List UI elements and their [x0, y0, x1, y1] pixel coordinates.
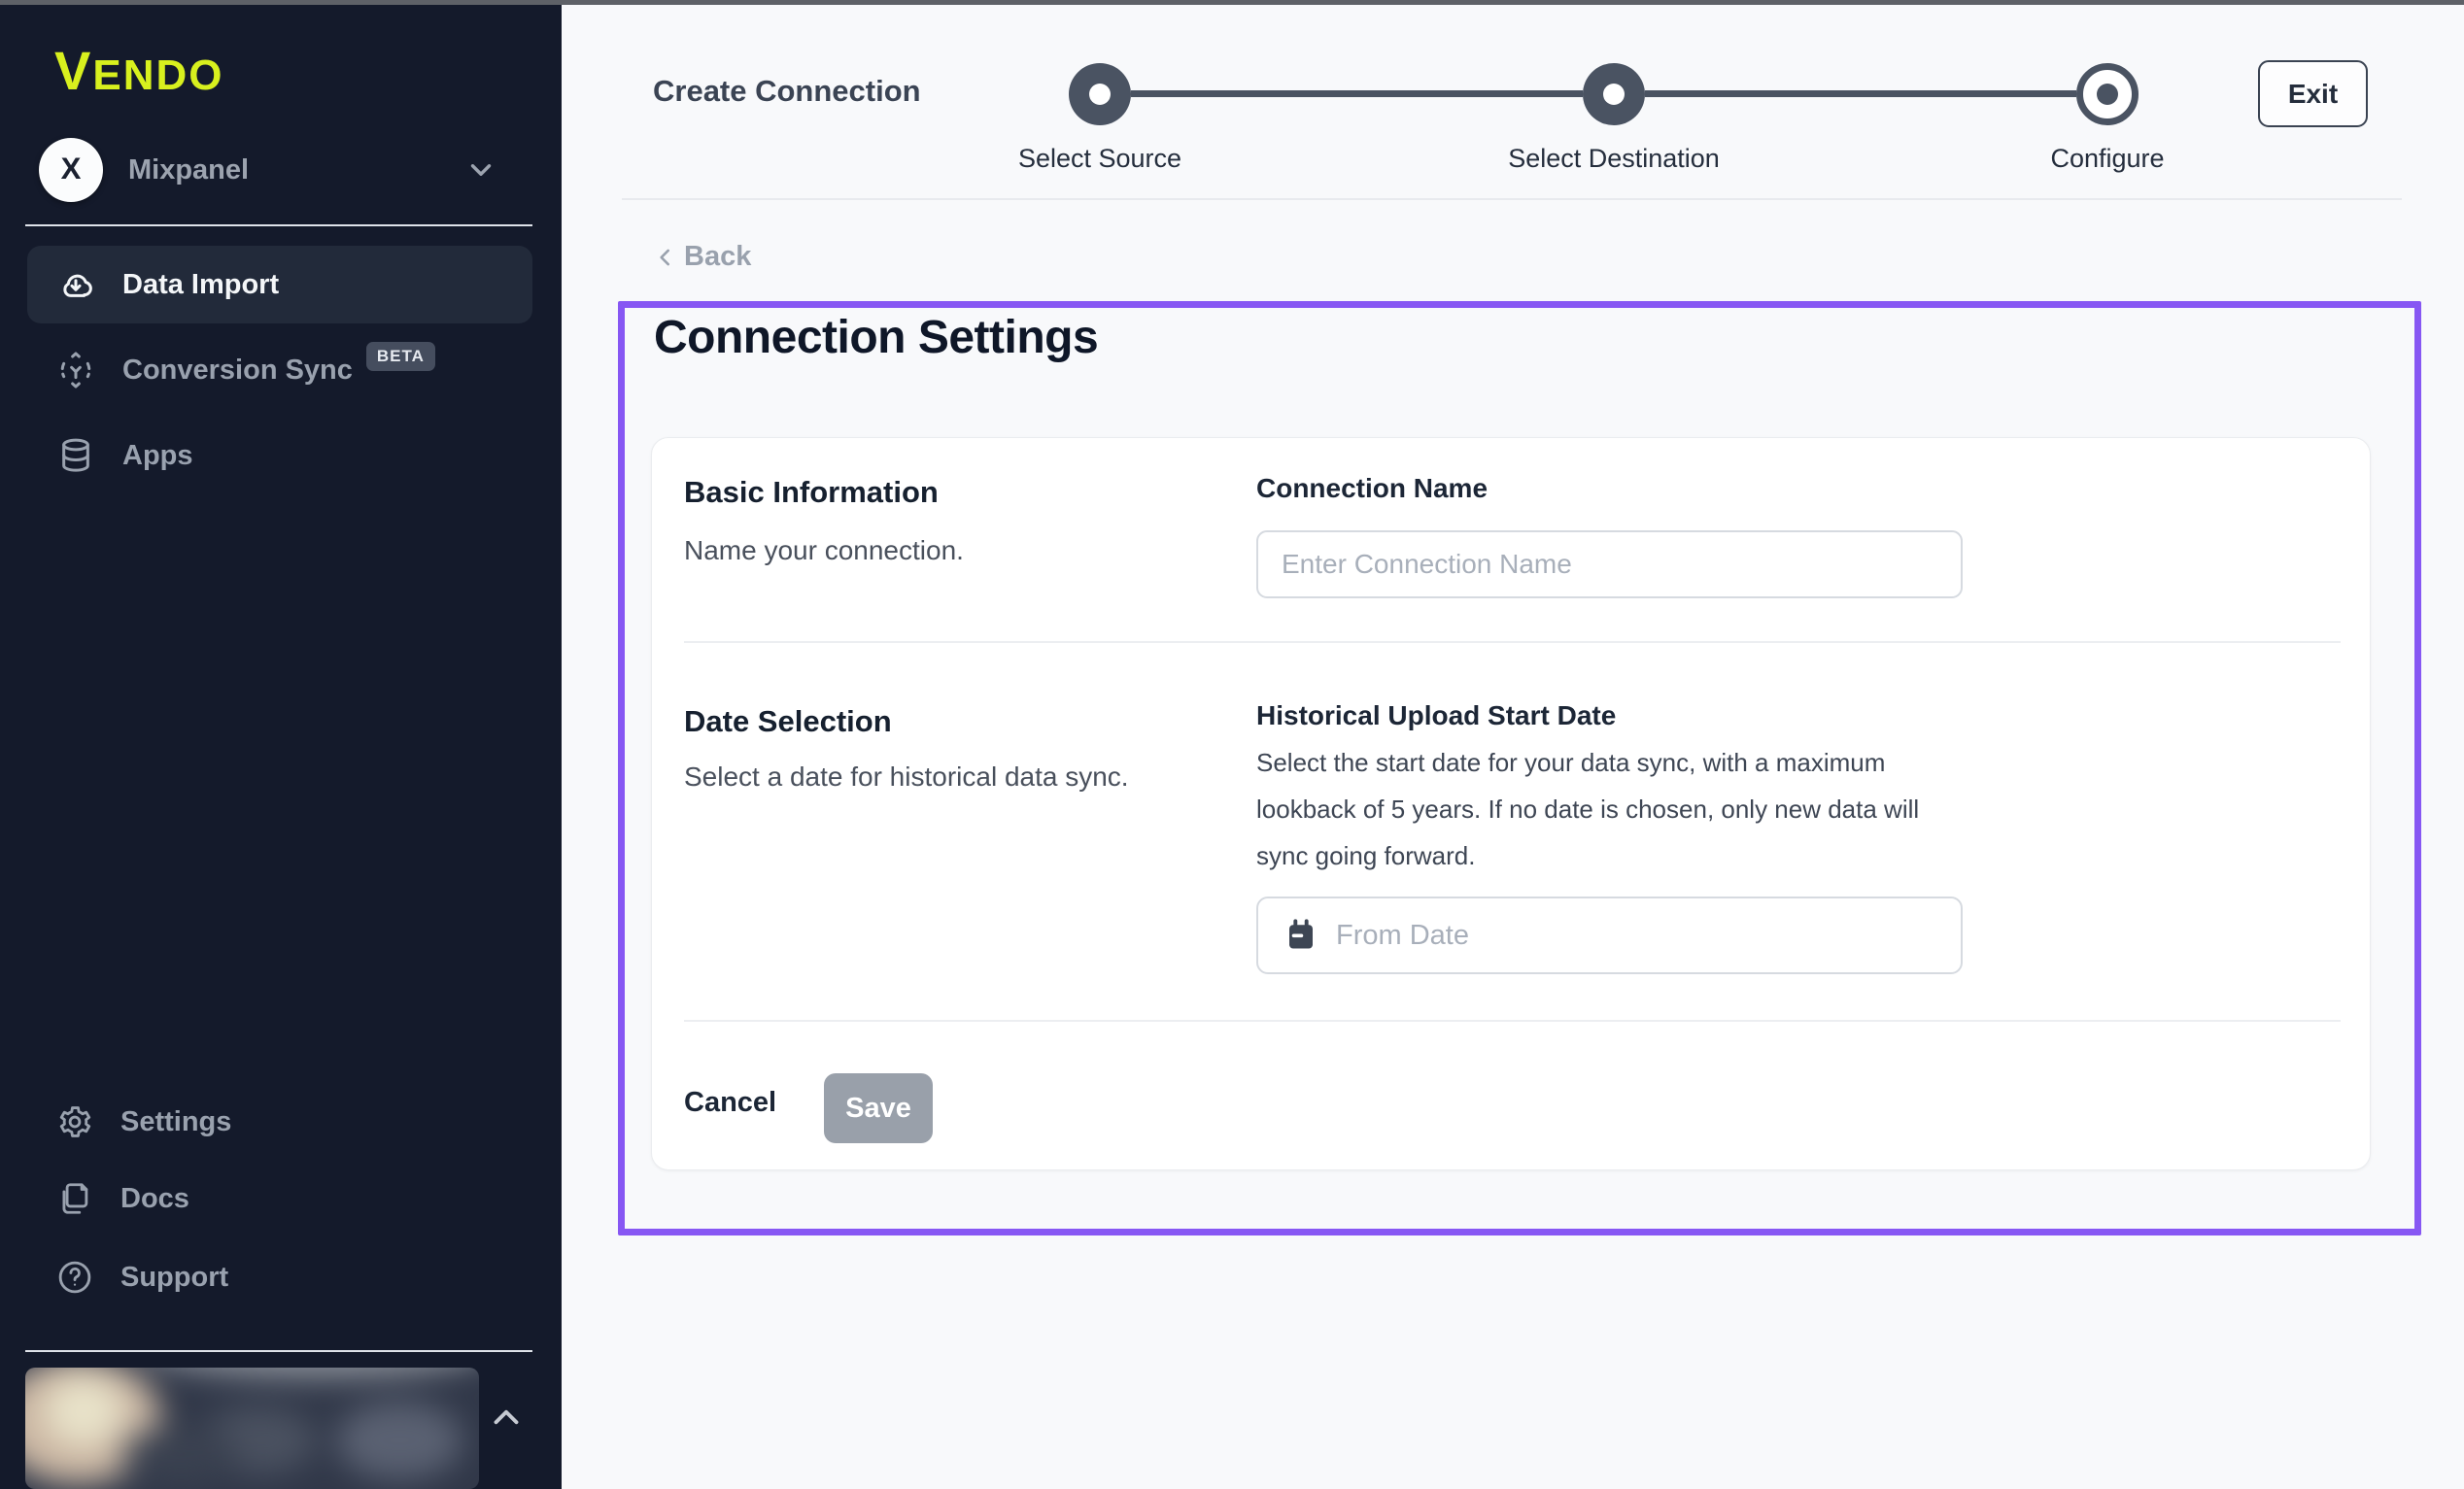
mixpanel-logo-icon: X [39, 138, 103, 202]
step-label-configure: Configure [1903, 144, 2311, 174]
workspace-switcher[interactable]: X Mixpanel [27, 133, 532, 207]
chevron-down-icon [464, 153, 497, 186]
user-account-card[interactable] [25, 1368, 479, 1489]
sidebar-divider-bottom [25, 1350, 532, 1352]
svg-text:X: X [61, 152, 82, 186]
chevron-left-icon [653, 245, 678, 270]
cloud-download-icon [56, 265, 95, 304]
date-selection-description: Select a date for historical data sync. [684, 761, 1129, 793]
gear-icon [56, 1103, 93, 1140]
conversion-sync-icon [56, 351, 95, 389]
sidebar: VENDO X Mixpanel Data Import [0, 0, 562, 1489]
page-title: Connection Settings [654, 311, 1098, 364]
sidebar-item-label: Settings [120, 1106, 231, 1138]
sidebar-item-apps[interactable]: Apps [27, 417, 532, 494]
calendar-icon [1283, 918, 1318, 953]
connection-name-input[interactable] [1256, 530, 1963, 598]
connection-name-label: Connection Name [1256, 473, 1488, 504]
step-select-source-dot[interactable] [1069, 63, 1131, 125]
footer-divider [684, 1020, 2341, 1022]
back-label: Back [684, 241, 751, 273]
basic-information-description: Name your connection. [684, 535, 964, 566]
sidebar-item-data-import[interactable]: Data Import [27, 246, 532, 323]
exit-button[interactable]: Exit [2258, 60, 2368, 127]
step-label-select-source: Select Source [896, 144, 1304, 174]
save-button[interactable]: Save [824, 1073, 933, 1143]
page-header-title: Create Connection [653, 74, 921, 109]
sidebar-item-label: Apps [122, 440, 193, 472]
cancel-button[interactable]: Cancel [684, 1087, 776, 1119]
stepper-line-1 [1131, 90, 1583, 97]
document-icon [56, 1180, 93, 1217]
stepper-line-2 [1645, 90, 2076, 97]
chevron-up-icon[interactable] [486, 1397, 527, 1438]
sidebar-item-conversion-sync[interactable]: Conversion Sync BETA [27, 331, 532, 409]
workspace-name: Mixpanel [128, 154, 249, 186]
sidebar-divider-top [25, 224, 532, 226]
sidebar-item-settings[interactable]: Settings [27, 1083, 532, 1161]
sidebar-item-docs[interactable]: Docs [27, 1160, 532, 1237]
window-top-edge [0, 0, 2464, 5]
sidebar-item-label: Conversion Sync [122, 355, 353, 387]
date-selection-title: Date Selection [684, 704, 892, 739]
header-divider [622, 198, 2402, 200]
step-configure-dot[interactable] [2076, 63, 2139, 125]
sidebar-item-label: Support [120, 1262, 228, 1294]
step-label-select-destination: Select Destination [1410, 144, 1818, 174]
connection-settings-card: Basic Information Name your connection. … [651, 437, 2371, 1170]
historical-upload-start-date-label: Historical Upload Start Date [1256, 700, 1616, 731]
beta-badge: BETA [366, 342, 435, 371]
blurred-user-info [25, 1368, 479, 1489]
vendo-logo: VENDO [54, 39, 223, 102]
sidebar-item-support[interactable]: Support [27, 1238, 532, 1316]
from-date-input[interactable] [1334, 919, 1961, 953]
back-link[interactable]: Back [653, 241, 751, 273]
section-divider [684, 641, 2341, 643]
historical-upload-help-text: Select the start date for your data sync… [1256, 739, 1936, 879]
step-select-destination-dot[interactable] [1583, 63, 1645, 125]
sidebar-item-label: Docs [120, 1183, 189, 1215]
from-date-field[interactable] [1256, 897, 1963, 974]
app-window: VENDO X Mixpanel Data Import [0, 0, 2464, 1489]
database-icon [56, 436, 95, 475]
sidebar-item-label: Data Import [122, 269, 279, 301]
question-circle-icon [56, 1259, 93, 1296]
basic-information-title: Basic Information [684, 475, 939, 510]
